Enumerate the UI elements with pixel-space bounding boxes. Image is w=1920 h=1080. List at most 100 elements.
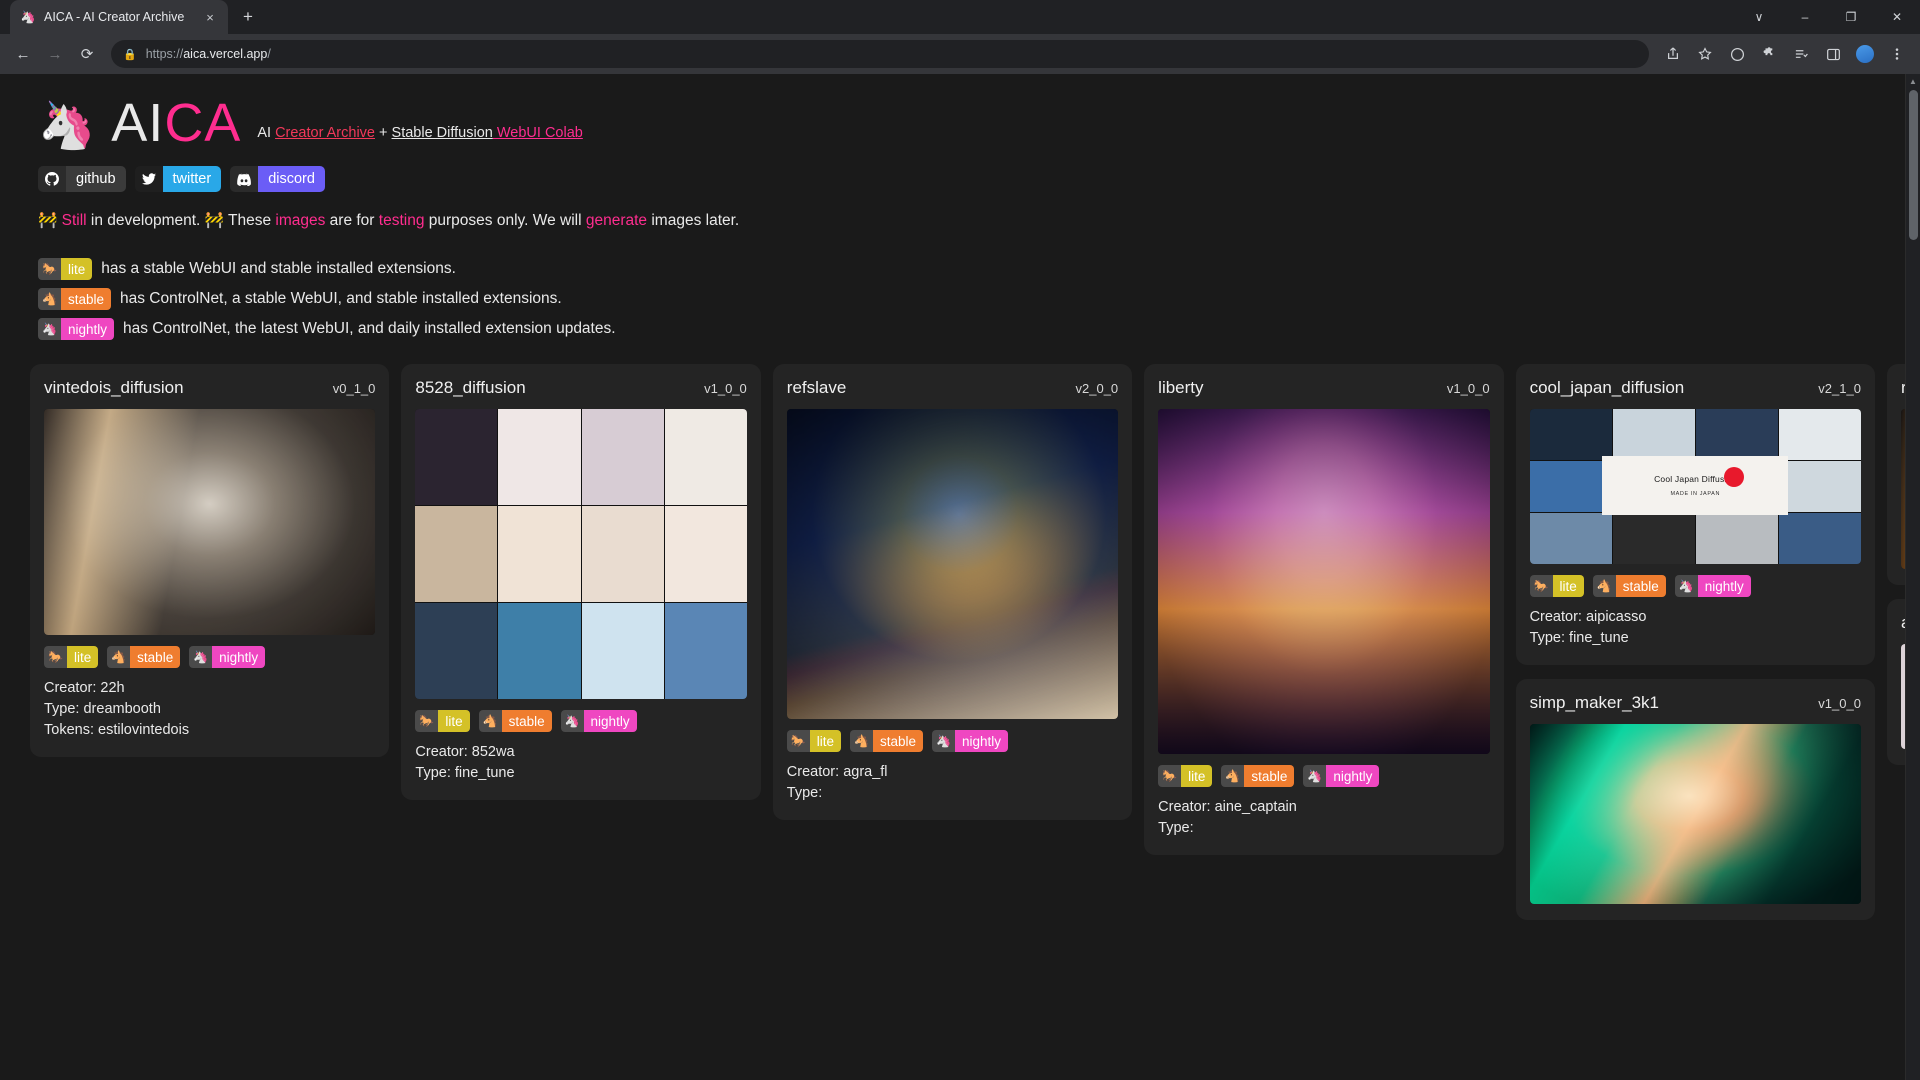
reading-list-icon[interactable] [1786,39,1816,69]
horse-face-icon: 🐴 [38,288,61,310]
model-card[interactable]: refslavev2_0_0🐎lite🐴stable🦄nightlyCreato… [773,364,1132,820]
stable-tag-icon: 🐴 [1593,575,1616,597]
discord-badge-label: discord [258,166,325,192]
stable-tag-badge[interactable]: 🐴stable [1221,765,1294,787]
card-thumbnail[interactable]: Cool Japan DiffusionMADE IN JAPAN [1530,409,1861,564]
model-card[interactable]: 8528_diffusionv1_0_0🐎lite🐴stable🦄nightly… [401,364,760,800]
card-header: vintedois_diffusionv0_1_0 [44,378,375,398]
nightly-tag-icon: 🦄 [561,710,584,732]
browser-tab[interactable]: 🦄 AICA - AI Creator Archive × [10,0,228,34]
model-card[interactable]: libertyv1_0_0🐎lite🐴stable🦄nightlyCreator… [1144,364,1503,855]
card-thumbnail[interactable] [787,409,1118,719]
card-thumbnail[interactable] [44,409,375,635]
lite-tag-label: lite [810,730,841,752]
extensions-puzzle-icon[interactable] [1754,39,1784,69]
legend-text-stable: has ControlNet, a stable WebUI, and stab… [120,290,562,308]
stable-tag-label: stable [130,646,180,668]
development-notice: 🚧 Still in development. 🚧 These images a… [38,209,1867,232]
construction-icon-1: 🚧 [38,212,57,229]
forward-icon[interactable]: → [40,39,70,69]
card-thumbnail[interactable] [1530,724,1861,904]
card-thumbnail[interactable] [1158,409,1489,754]
sidepanel-icon[interactable] [1818,39,1848,69]
nightly-tag-badge[interactable]: 🦄nightly [932,730,1008,752]
github-badge[interactable]: github [38,166,126,192]
twitter-badge[interactable]: twitter [135,166,222,192]
stable-tag-badge[interactable]: 🐴stable [479,710,552,732]
webui-colab-link[interactable]: WebUI Colab [493,125,583,141]
page-header-section: 🦄 AICA AI Creator Archive + Stable Diffu… [0,96,1905,340]
model-card[interactable]: simp_maker_3k1v1_0_0 [1516,679,1875,920]
lock-icon: 🔒 [123,48,137,61]
twitter-badge-label: twitter [163,166,222,192]
page-scrollbar[interactable]: ▲ [1905,74,1920,1080]
card-creator: Creator: aipicasso [1530,607,1861,628]
card-type: Type: dreambooth [44,699,375,720]
model-card-grid: vintedois_diffusionv0_1_0🐎lite🐴stable🦄ni… [0,364,1905,1080]
close-icon[interactable]: × [202,9,218,25]
subtitle-prefix: AI [257,125,275,141]
address-bar[interactable]: 🔒 https://aica.vercel.app/ [111,40,1649,68]
back-icon[interactable]: ← [8,39,38,69]
model-card[interactable]: rpgv4_0_0 [1887,364,1905,585]
window-close-button[interactable]: ✕ [1874,0,1920,34]
chevron-down-icon[interactable]: ∨ [1736,0,1782,34]
lite-tag-badge[interactable]: 🐎lite [1158,765,1212,787]
lite-tag-label: lite [438,710,469,732]
model-card[interactable]: cool_japan_diffusionv2_1_0Cool Japan Dif… [1516,364,1875,665]
nightly-tag-icon: 🦄 [1675,575,1698,597]
nightly-tag-badge[interactable]: 🦄nightly [561,710,637,732]
stable-tag-badge: 🐴 stable [38,288,111,310]
nightly-tag-label: nightly [61,318,114,340]
card-title: liberty [1158,378,1203,398]
notice-t4: images later. [647,212,739,229]
legend-row-nightly: 🦄 nightly has ControlNet, the latest Web… [38,318,1867,340]
stable-tag-label: stable [502,710,552,732]
card-tags: 🐎lite 🐴stable 🦄nightly [1158,765,1489,787]
card-metadata: Creator: 852waType: fine_tune [415,742,746,784]
page-title: AICA [111,96,241,150]
stable-tag-badge[interactable]: 🐴stable [850,730,923,752]
nightly-tag-badge[interactable]: 🦄nightly [1675,575,1751,597]
lite-tag-badge[interactable]: 🐎lite [1530,575,1584,597]
scrollbar-thumb[interactable] [1909,90,1918,240]
lite-tag-badge[interactable]: 🐎lite [44,646,98,668]
creator-archive-link[interactable]: Creator Archive [275,125,375,141]
nightly-tag-badge[interactable]: 🦄nightly [1303,765,1379,787]
lite-tag-icon: 🐎 [1158,765,1181,787]
maximize-button[interactable]: ❐ [1828,0,1874,34]
scroll-up-arrow-icon[interactable]: ▲ [1906,74,1920,89]
reload-icon[interactable]: ⟳ [72,39,102,69]
nightly-tag-badge[interactable]: 🦄nightly [189,646,265,668]
stable-tag-badge[interactable]: 🐴stable [107,646,180,668]
lite-tag-badge[interactable]: 🐎lite [787,730,841,752]
model-card[interactable]: anythingv4_0_0 [1887,599,1905,765]
card-title: 8528_diffusion [415,378,525,398]
profile-avatar-icon[interactable] [1850,39,1880,69]
stable-tag-icon: 🐴 [479,710,502,732]
brave-shields-icon[interactable] [1722,39,1752,69]
model-card[interactable]: vintedois_diffusionv0_1_0 🐎lite 🐴stable 🦄ni… [30,364,389,757]
discord-badge[interactable]: discord [230,166,325,192]
bookmark-star-icon[interactable] [1690,39,1720,69]
card-version: v1_0_0 [1447,381,1490,396]
stable-tag-icon: 🐴 [850,730,873,752]
card-thumbnail[interactable] [415,409,746,699]
discord-icon [230,166,258,192]
unicorn-logo-icon: 🦄 [38,102,95,148]
lite-tag-badge[interactable]: 🐎lite [415,710,469,732]
card-tags: 🐎lite 🐴stable 🦄nightly [44,646,375,668]
share-icon[interactable] [1658,39,1688,69]
legend-text-nightly: has ControlNet, the latest WebUI, and da… [123,320,616,338]
nightly-tag-label: nightly [1698,575,1751,597]
notice-testing: testing [379,212,425,229]
lite-tag-label: lite [67,646,98,668]
card-type: Type: [1158,818,1489,839]
new-tab-button[interactable]: + [234,3,262,31]
stable-tag-badge[interactable]: 🐴stable [1593,575,1666,597]
minimize-button[interactable]: – [1782,0,1828,34]
chrome-menu-icon[interactable] [1882,39,1912,69]
site-subtitle: AI Creator Archive + Stable Diffusion We… [257,125,583,141]
horse-icon: 🐎 [38,258,61,280]
github-badge-label: github [66,166,126,192]
